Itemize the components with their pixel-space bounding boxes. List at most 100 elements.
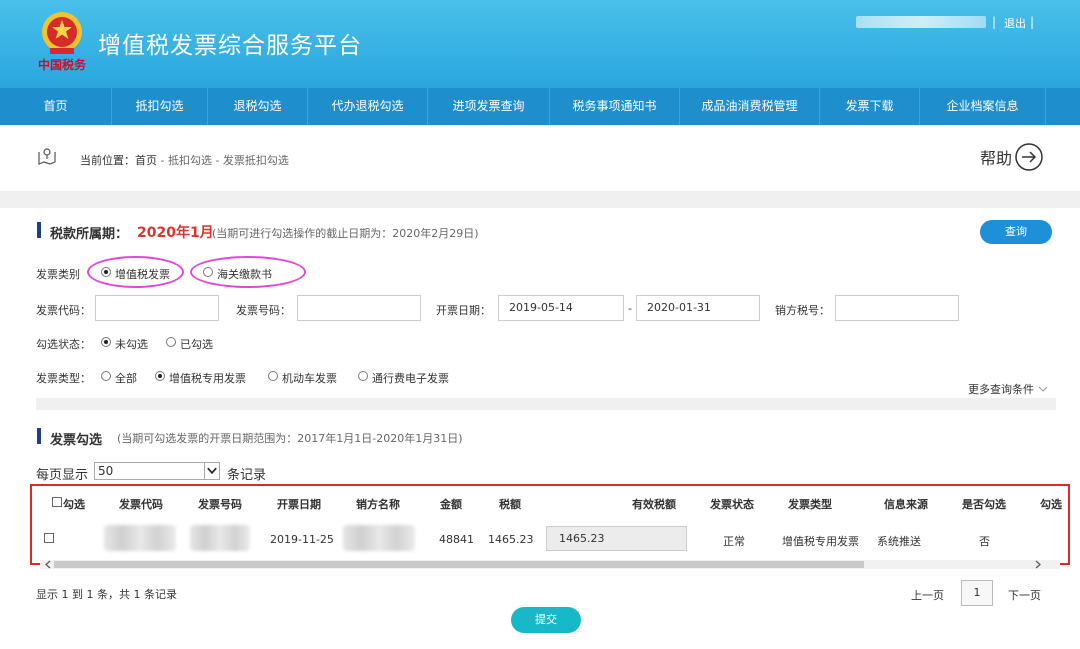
cell-is-checked: 否: [979, 535, 990, 548]
period-value: 2020年1月: [137, 225, 214, 241]
column-header-seller-name[interactable]: 销方名称: [356, 496, 400, 512]
header: 中国税务 增值税发票综合服务平台 | 退出 |: [0, 0, 1080, 88]
period-label: 税款所属期：: [50, 227, 129, 242]
nav-item-oil-tax[interactable]: 成品油消费税管理: [680, 88, 820, 125]
radio-unchecked[interactable]: [101, 337, 111, 347]
logo-text: 中国税务: [38, 58, 87, 72]
more-conditions-link[interactable]: 更多查询条件: [968, 381, 1048, 397]
column-header-type[interactable]: 发票类型: [788, 496, 832, 512]
site-title: 增值税发票综合服务平台: [98, 33, 362, 59]
cell-issue-date: 2019-11-25: [270, 533, 334, 546]
invoice-code-blurred: [104, 525, 176, 551]
radio-type-vat-special-label: 增值税专用发票: [169, 372, 246, 385]
user-name-blurred: [856, 16, 986, 28]
check-status-label: 勾选状态：: [36, 338, 91, 351]
invoice-category-label: 发票类别: [36, 268, 80, 281]
invoice-code-label: 发票代码：: [36, 304, 91, 317]
records-summary: 显示 1 到 1 条，共 1 条记录: [36, 588, 177, 601]
divider-band: [0, 191, 1080, 208]
date-separator: -: [628, 302, 632, 315]
scroll-right-icon[interactable]: [1034, 560, 1042, 569]
chevron-down-icon: [204, 463, 217, 479]
chevron-down-icon: [1038, 386, 1047, 392]
radio-checked-label: 已勾选: [180, 338, 213, 351]
valid-tax-input[interactable]: 1465.23: [546, 526, 687, 551]
nav-item-refund-check[interactable]: 退税勾选: [208, 88, 308, 125]
nav-item-deduction-check[interactable]: 抵扣勾选: [112, 88, 208, 125]
radio-type-toll[interactable]: [358, 371, 368, 381]
breadcrumb: 当前位置：首页 - 抵扣勾选 - 发票抵扣勾选: [80, 152, 289, 168]
more-conditions-label: 更多查询条件: [968, 383, 1034, 396]
divider-band: [36, 398, 1056, 410]
radio-type-all[interactable]: [101, 371, 111, 381]
scroll-left-icon[interactable]: [44, 560, 52, 569]
breadcrumb-path: - 抵扣勾选 - 发票抵扣勾选: [157, 154, 289, 167]
breadcrumb-home[interactable]: 首页: [135, 154, 157, 167]
logout-link[interactable]: 退出: [1004, 15, 1026, 31]
invoice-number-label: 发票号码：: [236, 304, 291, 317]
nav-item-input-invoice-query[interactable]: 进项发票查询: [428, 88, 550, 125]
column-header-tax[interactable]: 税额: [499, 496, 521, 512]
nav-item-home[interactable]: 首页: [0, 88, 112, 125]
radio-checked[interactable]: [166, 337, 176, 347]
cell-status: 正常: [723, 535, 745, 548]
arrow-right-circle-icon[interactable]: [1014, 142, 1044, 172]
nav-item-enterprise-profile[interactable]: 企业档案信息: [920, 88, 1046, 125]
per-page-select[interactable]: 50: [94, 462, 220, 480]
seller-tax-input[interactable]: [835, 295, 959, 321]
radio-type-vehicle-label: 机动车发票: [282, 372, 337, 385]
radio-vat-invoice-label: 增值税发票: [115, 268, 170, 281]
section-marker: [37, 222, 41, 238]
column-header-status[interactable]: 发票状态: [710, 496, 754, 512]
breadcrumb-prefix: 当前位置：: [80, 154, 135, 167]
date-from-input[interactable]: 2019-05-14: [498, 295, 624, 321]
radio-type-all-label: 全部: [115, 372, 137, 385]
invoice-section-title: 发票勾选: [50, 433, 103, 448]
issue-date-label: 开票日期：: [436, 304, 491, 317]
invoice-number-blurred: [190, 525, 250, 551]
radio-type-vat-special[interactable]: [155, 371, 165, 381]
date-to-input[interactable]: 2020-01-31: [636, 295, 760, 321]
query-button[interactable]: 查询: [980, 220, 1052, 244]
radio-type-vehicle[interactable]: [268, 371, 278, 381]
header-separator: |: [1030, 15, 1035, 29]
help-link[interactable]: 帮助: [980, 145, 1012, 169]
header-separator: |: [992, 15, 997, 29]
page-number[interactable]: 1: [961, 580, 993, 606]
submit-button[interactable]: 提交: [511, 607, 581, 633]
per-page-label: 每页显示: [36, 468, 89, 483]
select-all-checkbox[interactable]: [52, 497, 62, 507]
invoice-section-note: (当期可勾选发票的开票日期范围为：2017年1月1日-2020年1月31日): [117, 432, 463, 445]
column-header-invoice-code[interactable]: 发票代码: [119, 496, 163, 512]
location-map-icon: [38, 148, 56, 165]
cell-type: 增值税专用发票: [782, 535, 859, 548]
nav-item-tax-notice[interactable]: 税务事项通知书: [550, 88, 680, 125]
next-page-link[interactable]: 下一页: [1008, 587, 1041, 603]
invoice-type-label: 发票类型：: [36, 372, 91, 385]
column-header-invoice-number[interactable]: 发票号码: [198, 496, 242, 512]
column-header-amount[interactable]: 金额: [440, 496, 462, 512]
cell-tax: 1465.23: [488, 533, 534, 546]
column-header-issue-date[interactable]: 开票日期: [277, 496, 321, 512]
nav-item-invoice-download[interactable]: 发票下载: [820, 88, 920, 125]
radio-type-toll-label: 通行费电子发票: [372, 372, 449, 385]
prev-page-link[interactable]: 上一页: [911, 587, 944, 603]
radio-vat-invoice[interactable]: [101, 267, 111, 277]
breadcrumb-bar: 当前位置：首页 - 抵扣勾选 - 发票抵扣勾选 帮助: [0, 125, 1080, 191]
invoice-code-input[interactable]: [95, 295, 219, 321]
row-checkbox[interactable]: [44, 533, 54, 543]
radio-customs-payment-label: 海关缴款书: [217, 268, 272, 281]
column-header-check-overflow[interactable]: 勾选: [1040, 496, 1066, 512]
seller-tax-label: 销方税号：: [775, 304, 830, 317]
radio-customs-payment[interactable]: [203, 267, 213, 277]
period-note: (当期可进行勾选操作的截止日期为：2020年2月29日): [212, 227, 479, 240]
scrollbar-thumb[interactable]: [54, 561, 864, 568]
invoice-number-input[interactable]: [297, 295, 421, 321]
main-nav: 首页 抵扣勾选 退税勾选 代办退税勾选 进项发票查询 税务事项通知书 成品油消费…: [0, 88, 1080, 125]
column-header-source[interactable]: 信息来源: [884, 496, 928, 512]
per-page-unit: 条记录: [227, 468, 267, 483]
radio-unchecked-label: 未勾选: [115, 338, 148, 351]
column-header-is-checked[interactable]: 是否勾选: [962, 496, 1006, 512]
nav-item-agent-refund-check[interactable]: 代办退税勾选: [308, 88, 428, 125]
column-header-valid-tax[interactable]: 有效税额: [632, 496, 676, 512]
